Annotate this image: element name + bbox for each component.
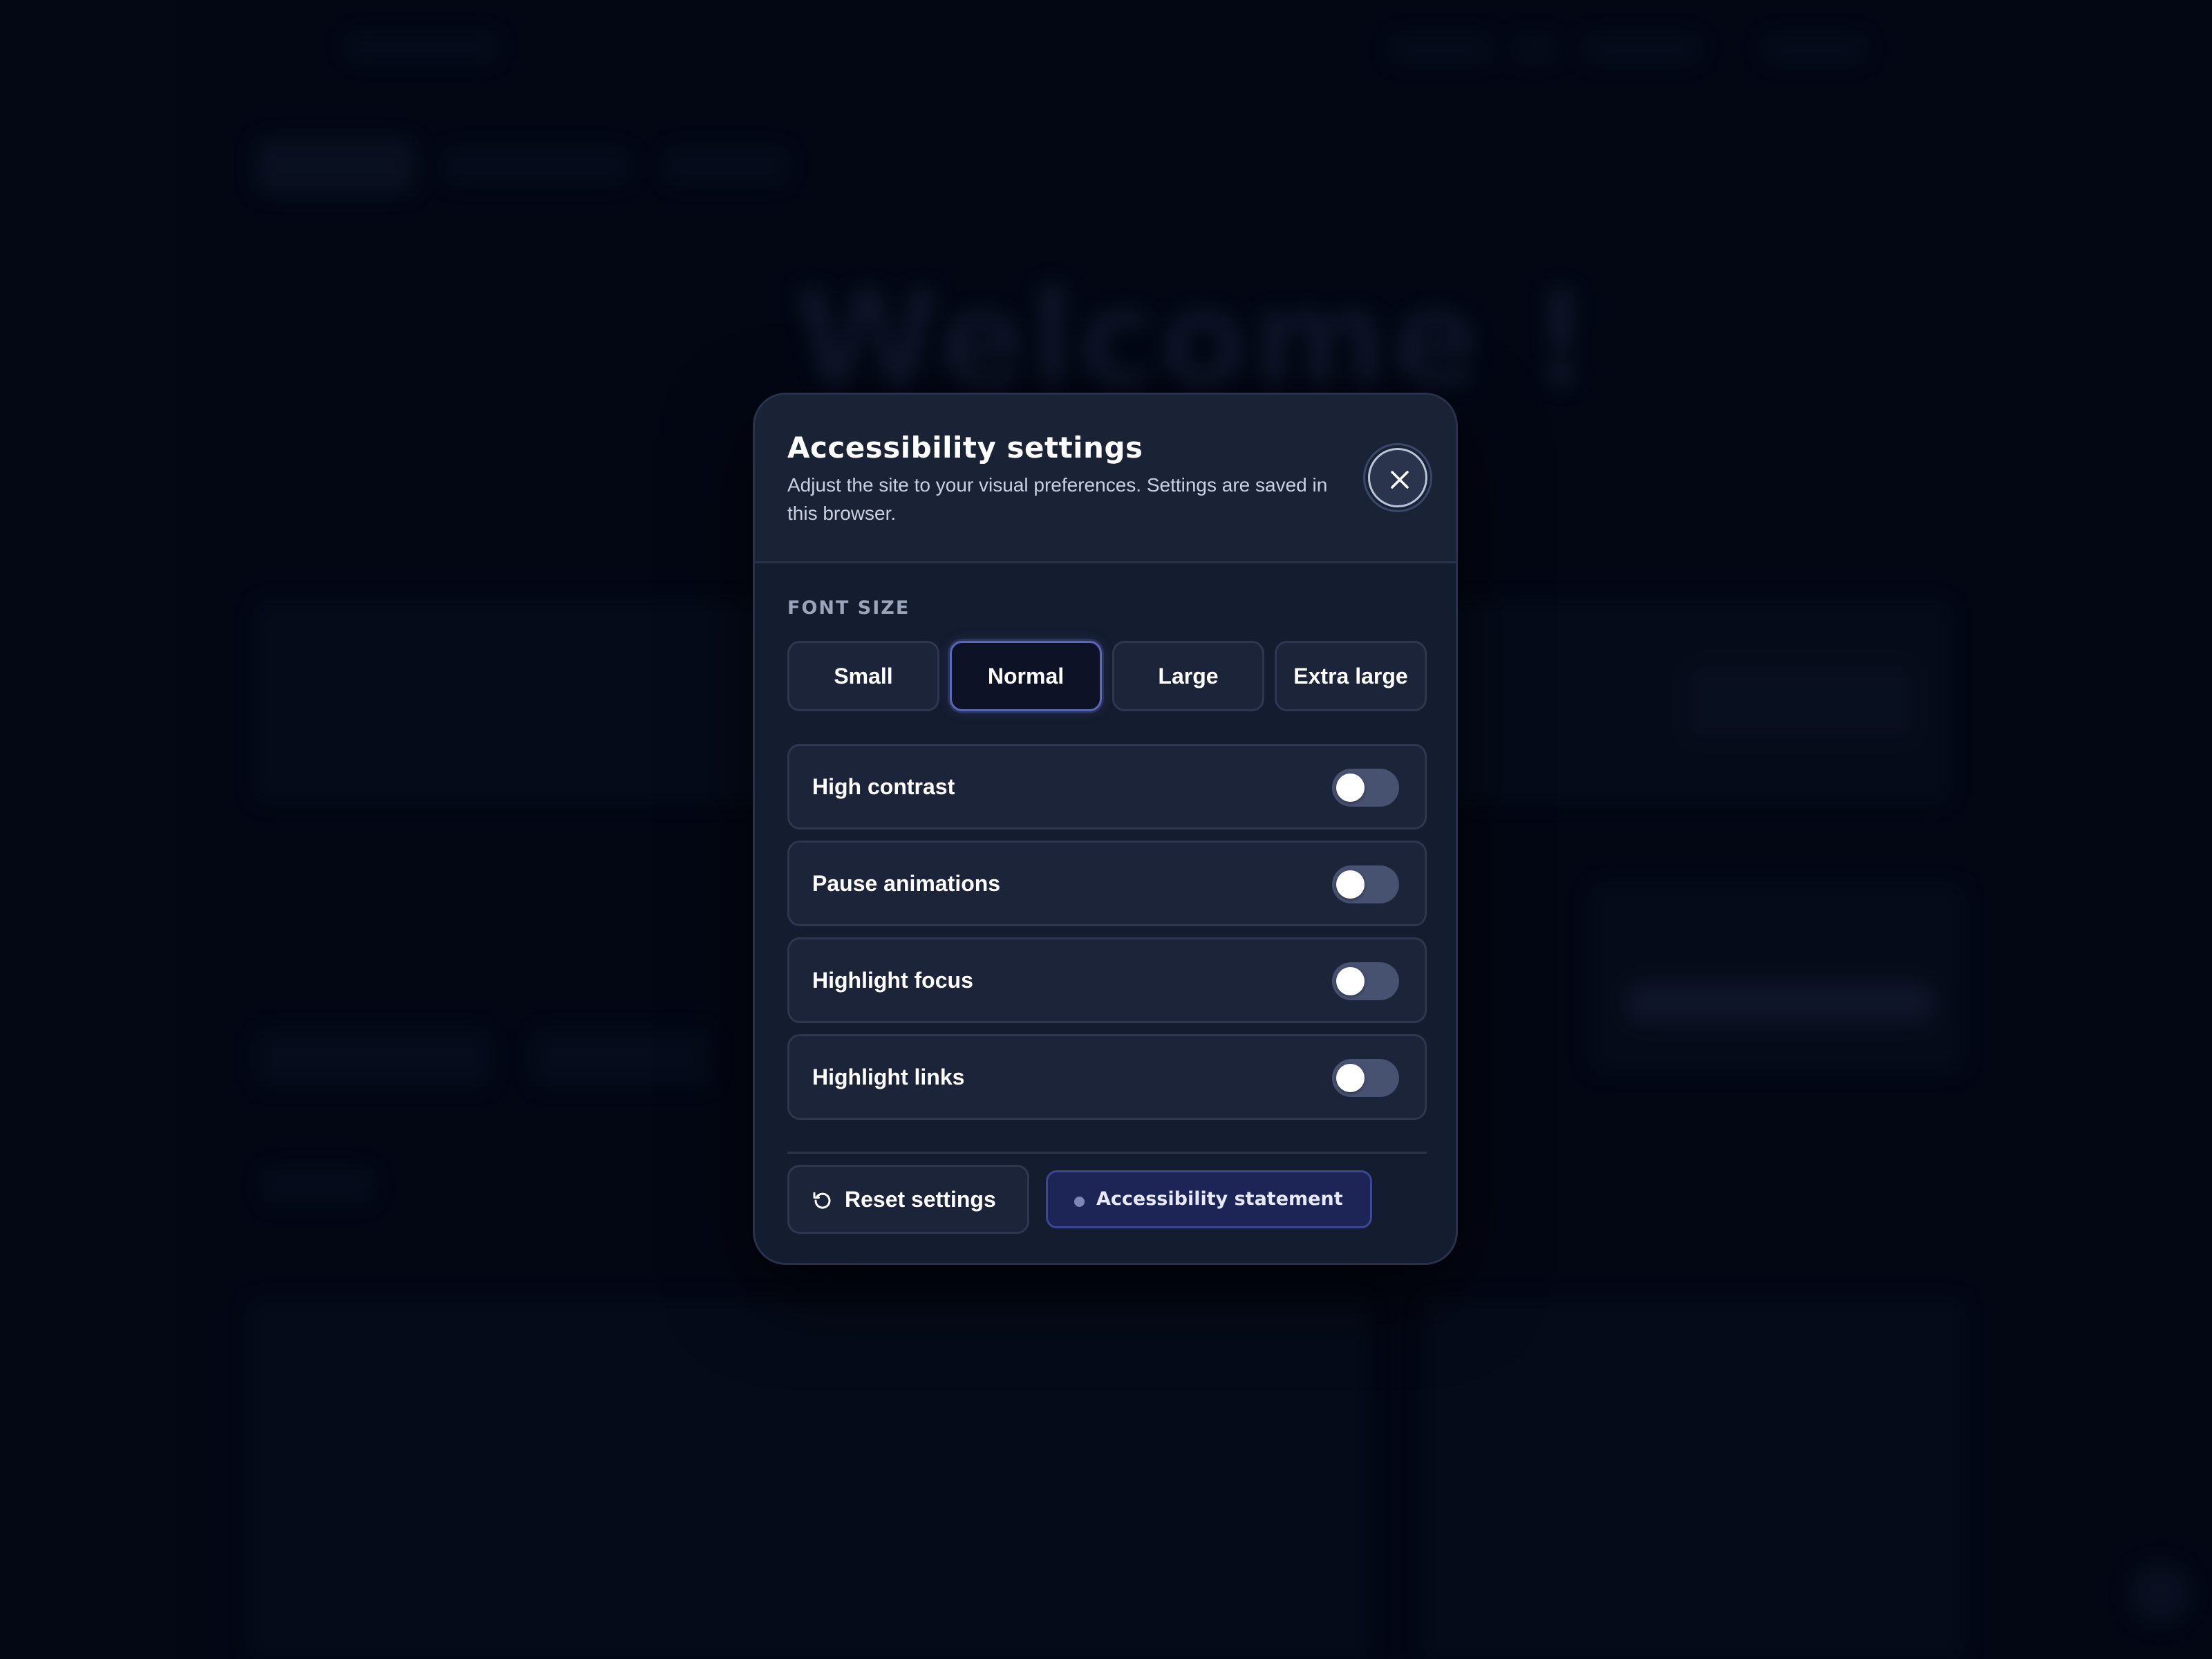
font-size-options: Small Normal Large Extra large xyxy=(787,641,1427,711)
reset-settings-button[interactable]: Reset settings xyxy=(787,1165,1029,1234)
dialog-title: Accessibility settings xyxy=(787,431,1143,465)
accessibility-statement-button[interactable]: Accessibility statement xyxy=(1046,1170,1372,1228)
close-icon xyxy=(1391,471,1409,489)
font-size-large-button[interactable]: Large xyxy=(1112,641,1264,711)
dot-icon xyxy=(1074,1197,1085,1207)
reset-icon xyxy=(813,1192,831,1209)
page: Welcome ! Accessibility settings Adjust … xyxy=(0,0,2212,1659)
toggle-label: Highlight focus xyxy=(812,968,973,993)
switch-knob xyxy=(1336,967,1365,995)
font-size-extra-large-button[interactable]: Extra large xyxy=(1275,641,1427,711)
switch-knob xyxy=(1336,870,1365,899)
highlight-focus-switch[interactable] xyxy=(1332,962,1399,1000)
pause-animations-switch[interactable] xyxy=(1332,865,1399,903)
toggle-row-pause-animations[interactable]: Pause animations xyxy=(787,841,1427,926)
font-size-label: FONT SIZE xyxy=(787,597,910,619)
dialog-header: Accessibility settings Adjust the site t… xyxy=(755,395,1456,563)
switch-knob xyxy=(1336,1064,1365,1092)
toggle-label: Highlight links xyxy=(812,1065,965,1089)
reset-settings-label: Reset settings xyxy=(845,1187,996,1212)
footer-divider xyxy=(787,1152,1427,1154)
accessibility-dialog: Accessibility settings Adjust the site t… xyxy=(753,393,1458,1265)
high-contrast-switch[interactable] xyxy=(1332,769,1399,807)
highlight-links-switch[interactable] xyxy=(1332,1059,1399,1097)
toggle-label: Pause animations xyxy=(812,871,1001,896)
accessibility-statement-label: Accessibility statement xyxy=(1096,1188,1343,1210)
close-button[interactable] xyxy=(1368,448,1427,507)
font-size-normal-button[interactable]: Normal xyxy=(950,641,1102,711)
toggle-row-high-contrast[interactable]: High contrast xyxy=(787,744,1427,830)
toggle-label: High contrast xyxy=(812,774,955,799)
font-size-small-button[interactable]: Small xyxy=(787,641,939,711)
toggle-row-highlight-links[interactable]: Highlight links xyxy=(787,1034,1427,1120)
dialog-subtitle: Adjust the site to your visual preferenc… xyxy=(787,474,1328,524)
switch-knob xyxy=(1336,774,1365,802)
toggle-row-highlight-focus[interactable]: Highlight focus xyxy=(787,937,1427,1023)
